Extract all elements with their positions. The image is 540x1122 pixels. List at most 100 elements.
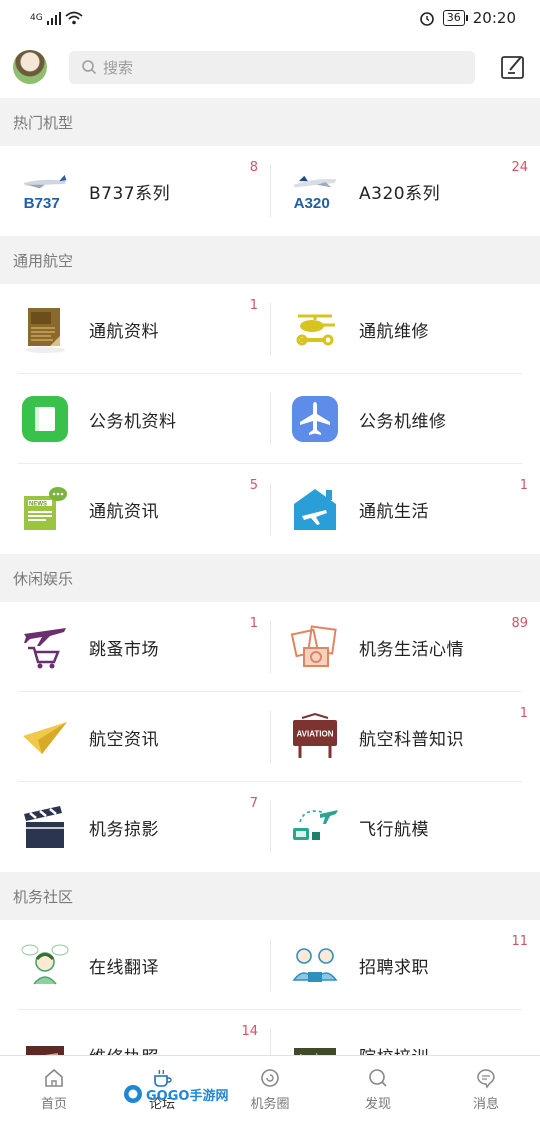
- column-divider: [270, 939, 271, 991]
- recruit-icon: [290, 940, 340, 990]
- airplane-icon: [290, 394, 340, 444]
- column-divider: [270, 621, 271, 673]
- column-divider: [270, 801, 271, 853]
- paper-plane-icon: [20, 712, 70, 762]
- alarm-icon: [419, 12, 434, 26]
- forum-row: 航空资讯 AVIATION 航空科普知识 1: [0, 692, 540, 782]
- new-post-count: 1: [519, 478, 528, 493]
- photos-icon: [290, 622, 340, 672]
- column-divider: [270, 393, 271, 445]
- watermark: GOGO手游网: [122, 1083, 228, 1105]
- clock: 20:20: [472, 9, 516, 27]
- section-header: 休闲娱乐: [0, 554, 540, 602]
- new-post-count: 7: [249, 796, 258, 811]
- column-divider: [270, 711, 271, 763]
- new-post-count: 11: [511, 934, 528, 949]
- svg-text:NEWS: NEWS: [29, 502, 47, 508]
- b737-plane-icon: B737: [20, 166, 70, 216]
- board-label: 公务机资料: [89, 411, 177, 432]
- board-label: 跳蚤市场: [89, 639, 159, 660]
- search-placeholder: 搜索: [103, 58, 134, 77]
- board-label: 公务机维修: [359, 411, 447, 432]
- board-label: 在线翻译: [89, 957, 159, 978]
- network-type: 4G: [30, 13, 43, 23]
- book-icon: [20, 394, 70, 444]
- watermark-text: GOGO手游网: [146, 1088, 229, 1104]
- forum-row: 机务掠影 7 飞行航模: [0, 782, 540, 872]
- section-header: 机务社区: [0, 872, 540, 920]
- new-post-count: 14: [241, 1024, 258, 1039]
- board-label: 机务掠影: [89, 819, 159, 840]
- helicopter-wrench-icon: [290, 304, 340, 354]
- forum-board-item[interactable]: 通航资料 1: [0, 284, 270, 374]
- home-icon: [45, 1068, 63, 1087]
- board-label: 飞行航模: [359, 819, 429, 840]
- forum-board-item[interactable]: B737 B737系列 8: [0, 146, 270, 236]
- wifi-icon: [65, 11, 83, 25]
- new-post-count: 89: [511, 616, 528, 631]
- tab-home[interactable]: 首页: [0, 1056, 108, 1122]
- forum-board-item[interactable]: A320 A320系列 24: [270, 146, 540, 236]
- forum-row: B737 B737系列 8 A320 A320系列 24: [0, 146, 540, 236]
- battery-icon: 36: [442, 10, 468, 26]
- forum-board-item[interactable]: 公务机维修: [270, 374, 540, 464]
- aviation-sign-icon: AVIATION: [290, 712, 340, 762]
- section-header: 通用航空: [0, 236, 540, 284]
- board-label: 通航维修: [359, 321, 429, 342]
- plane-cart-icon: [20, 622, 70, 672]
- forum-board-item[interactable]: 通航生活 1: [270, 464, 540, 554]
- new-post-count: 1: [249, 298, 258, 313]
- forum-board-item[interactable]: 航空资讯: [0, 692, 270, 782]
- board-label: B737系列: [89, 183, 171, 204]
- news-icon: NEWS: [20, 484, 70, 534]
- app-screen: 4G 36 20:20 搜索 热门机型 B737 B737系列 8 A320 A320系列…: [0, 0, 540, 1122]
- section-header: 热门机型: [0, 98, 540, 146]
- tab-circle[interactable]: 机务圈: [216, 1056, 324, 1122]
- tab-message[interactable]: 消息: [432, 1056, 540, 1122]
- watermark-logo-icon: [124, 1085, 142, 1103]
- forum-board-item[interactable]: 机务掠影 7: [0, 782, 270, 872]
- column-divider: [270, 165, 271, 217]
- forum-board-item[interactable]: 招聘求职 11: [270, 920, 540, 1010]
- circle-icon: [261, 1068, 279, 1087]
- board-label: 航空科普知识: [359, 729, 464, 750]
- board-label: 机务生活心情: [359, 639, 464, 660]
- board-label: 通航资讯: [89, 501, 159, 522]
- forum-row: NEWS 通航资讯 5 通航生活 1: [0, 464, 540, 554]
- new-post-count: 1: [519, 706, 528, 721]
- clapperboard-icon: [20, 802, 70, 852]
- translator-icon: [20, 940, 70, 990]
- svg-text:AVIATION: AVIATION: [296, 730, 333, 739]
- new-post-count: 1: [249, 616, 258, 631]
- forum-row: 在线翻译 招聘求职 11: [0, 920, 540, 1010]
- forum-board-item[interactable]: 跳蚤市场 1: [0, 602, 270, 692]
- svg-text:B737: B737: [24, 195, 60, 212]
- forum-board-item[interactable]: 通航维修: [270, 284, 540, 374]
- forum-board-item[interactable]: 飞行航模: [270, 782, 540, 872]
- signal-area: 4G: [30, 11, 83, 25]
- forum-board-item[interactable]: 在线翻译: [0, 920, 270, 1010]
- tab-home-label: 首页: [40, 1096, 67, 1112]
- board-label: 航空资讯: [89, 729, 159, 750]
- discover-icon: [369, 1068, 387, 1087]
- search-icon: [82, 60, 97, 75]
- tab-discover[interactable]: 发现: [324, 1056, 432, 1122]
- tab-discover-label: 发现: [364, 1096, 391, 1112]
- board-label: 通航生活: [359, 501, 429, 522]
- forum-board-item[interactable]: 公务机资料: [0, 374, 270, 464]
- forum-board-item[interactable]: AVIATION 航空科普知识 1: [270, 692, 540, 782]
- avatar[interactable]: [13, 50, 47, 84]
- new-post-count: 8: [249, 160, 258, 175]
- search-input[interactable]: 搜索: [69, 50, 475, 84]
- board-label: 通航资料: [89, 321, 159, 342]
- status-right: 36 20:20: [419, 9, 516, 27]
- forum-board-item[interactable]: NEWS 通航资讯 5: [0, 464, 270, 554]
- compose-icon[interactable]: [499, 53, 527, 81]
- forum-row: 公务机资料 公务机维修: [0, 374, 540, 464]
- signal-icon: [46, 11, 61, 25]
- column-divider: [270, 483, 271, 535]
- tab-circle-label: 机务圈: [250, 1096, 290, 1112]
- top-bar: 搜索: [0, 36, 540, 98]
- board-label: A320系列: [359, 183, 441, 204]
- forum-board-item[interactable]: 机务生活心情 89: [270, 602, 540, 692]
